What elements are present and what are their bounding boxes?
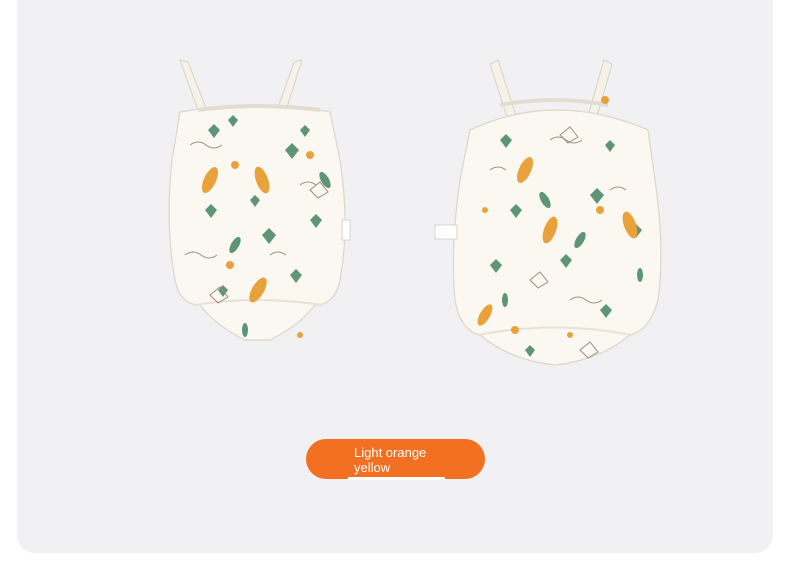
- romper-front-image: [150, 50, 365, 375]
- selected-indicator: [348, 477, 445, 480]
- color-option-label: Light orange yellow: [354, 445, 427, 475]
- color-option-pill[interactable]: Light orange yellow: [306, 439, 485, 480]
- romper-back-image: [430, 50, 680, 380]
